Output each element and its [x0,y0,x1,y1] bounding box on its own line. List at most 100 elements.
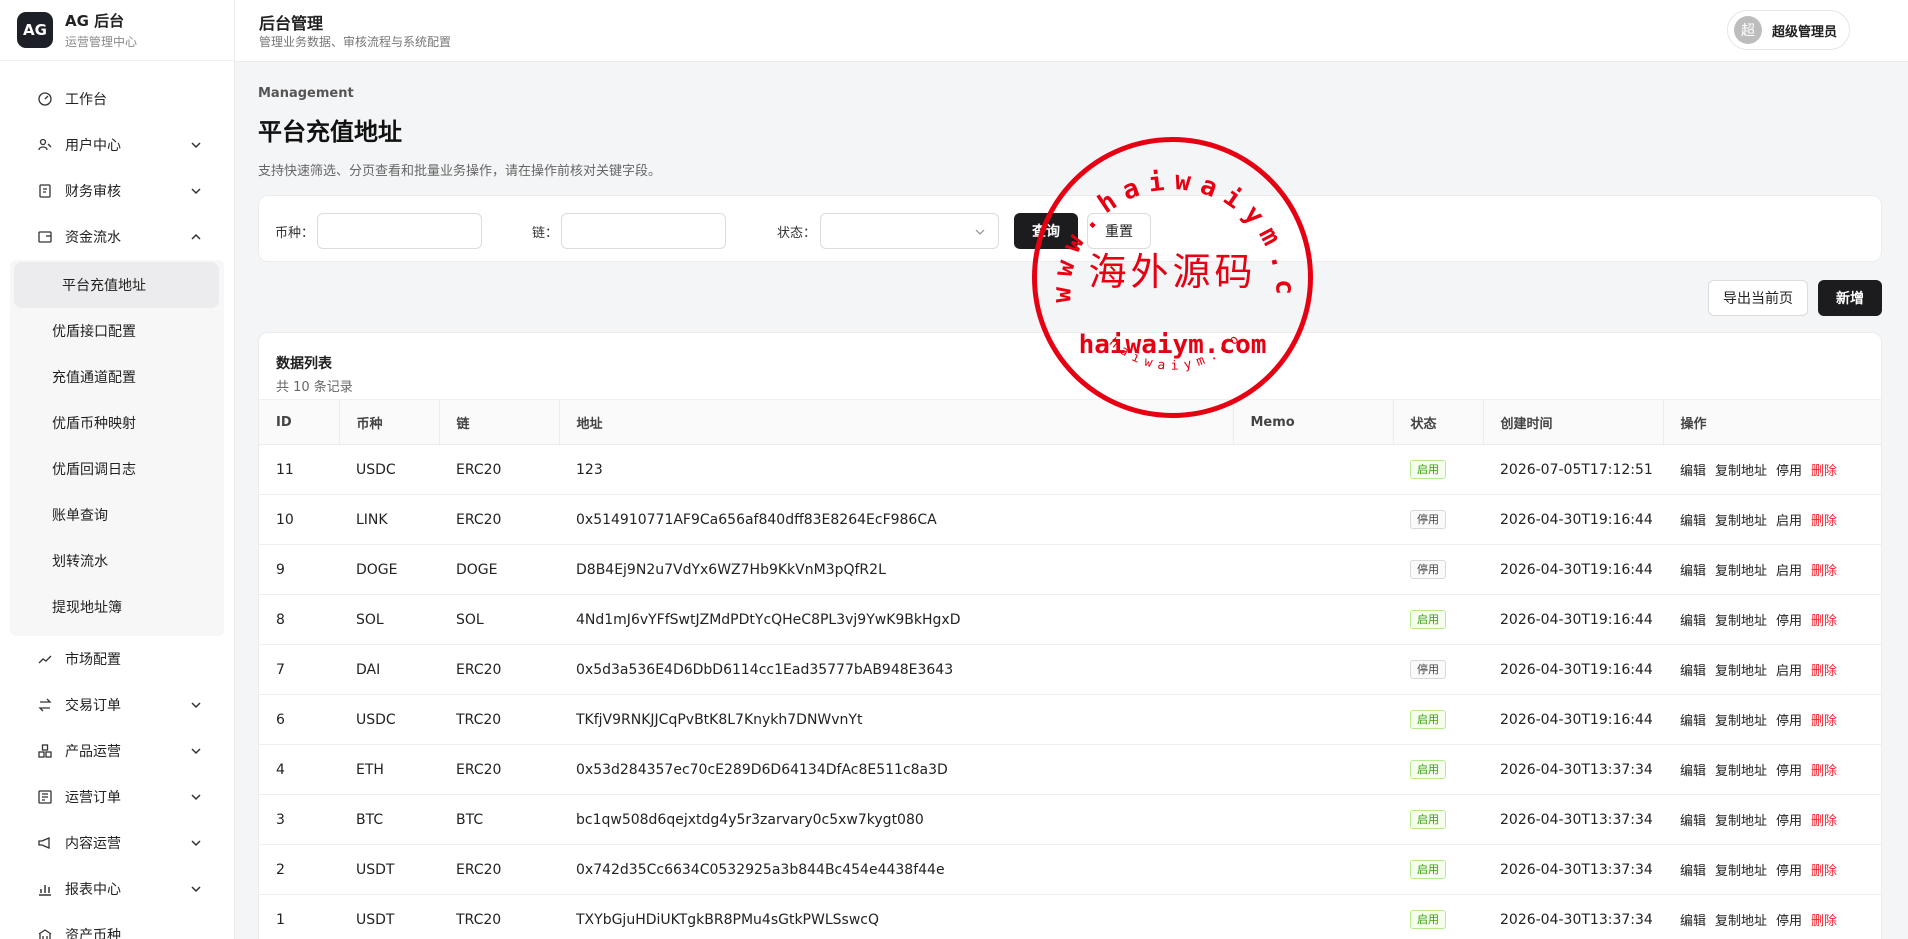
cell-created: 2026-04-30T19:16:44 [1483,544,1663,595]
sidebar-item[interactable]: 市场配置 [0,636,234,682]
cell-id: 6 [259,694,339,745]
sidebar-item[interactable]: 运营订单 [0,774,234,820]
sidebar-subitem[interactable]: 划转流水 [0,538,224,584]
user-menu[interactable]: 超 超级管理员 [1726,10,1850,50]
edit-link[interactable]: 编辑 [1680,614,1706,629]
copy-address-link[interactable]: 复制地址 [1715,664,1767,679]
sidebar-item[interactable]: 内容运营 [0,820,234,866]
toggle-status-link[interactable]: 停用 [1776,464,1802,479]
toggle-status-link[interactable]: 启用 [1776,664,1802,679]
cell-address: 123 [559,444,1233,495]
chevron-down-icon[interactable] [190,139,202,151]
copy-address-link[interactable]: 复制地址 [1715,464,1767,479]
copy-address-link[interactable]: 复制地址 [1715,514,1767,529]
edit-link[interactable]: 编辑 [1680,514,1706,529]
sidebar-subitem[interactable]: 优盾回调日志 [0,446,224,492]
delete-link[interactable]: 删除 [1811,514,1837,529]
chevron-down-icon[interactable] [190,791,202,803]
table-row: 10 LINK ERC20 0x514910771AF9Ca656af840dff83… [259,494,1881,545]
chain-input[interactable] [561,213,726,249]
edit-link[interactable]: 编辑 [1680,764,1706,779]
chevron-down-icon[interactable] [190,837,202,849]
filter-card: 币种： 链： 状态： 查询 重置 [258,195,1882,262]
delete-link[interactable]: 删除 [1811,814,1837,829]
chevron-down-icon[interactable] [190,699,202,711]
chevron-down-icon[interactable] [190,745,202,757]
delete-link[interactable]: 删除 [1811,864,1837,879]
cell-currency: USDT [339,894,439,939]
edit-link[interactable]: 编辑 [1680,864,1706,879]
cell-chain: SOL [439,594,559,645]
reset-button[interactable]: 重置 [1087,213,1151,249]
copy-address-link[interactable]: 复制地址 [1715,714,1767,729]
edit-link[interactable]: 编辑 [1680,664,1706,679]
toggle-status-link[interactable]: 启用 [1776,564,1802,579]
column-header: Memo [1232,399,1393,445]
sidebar-subitem[interactable]: 优盾接口配置 [0,308,224,354]
edit-link[interactable]: 编辑 [1680,564,1706,579]
sidebar-item[interactable]: 资产币种 [0,912,234,939]
copy-address-link[interactable]: 复制地址 [1715,764,1767,779]
cell-memo [1233,844,1393,895]
delete-link[interactable]: 删除 [1811,664,1837,679]
toggle-status-link[interactable]: 停用 [1776,814,1802,829]
sidebar-subitem[interactable]: 平台充值地址 [14,262,219,308]
copy-address-link[interactable]: 复制地址 [1715,814,1767,829]
sidebar-item[interactable]: 财务审核 [0,168,234,214]
sidebar-item[interactable]: 工作台 [0,76,234,122]
edit-link[interactable]: 编辑 [1680,814,1706,829]
cell-memo [1233,494,1393,545]
delete-link[interactable]: 删除 [1811,464,1837,479]
export-button[interactable]: 导出当前页 [1708,280,1808,316]
toggle-status-link[interactable]: 停用 [1776,714,1802,729]
header-subtitle: 管理业务数据、审核流程与系统配置 [259,35,452,49]
status-select[interactable] [820,213,999,249]
copy-address-link[interactable]: 复制地址 [1715,564,1767,579]
cell-created: 2026-04-30T19:16:44 [1483,494,1663,545]
brand: AG AG 后台 运营管理中心 [0,0,234,61]
delete-link[interactable]: 删除 [1811,914,1837,929]
delete-link[interactable]: 删除 [1811,564,1837,579]
sidebar-item[interactable]: 资金流水 [0,214,234,260]
sidebar-item[interactable]: 报表中心 [0,866,234,912]
delete-link[interactable]: 删除 [1811,714,1837,729]
sidebar-subitem[interactable]: 优盾币种映射 [0,400,224,446]
status-badge: 停用 [1410,660,1446,679]
cell-chain: BTC [439,794,559,845]
sidebar-item[interactable]: 用户中心 [0,122,234,168]
sidebar-subitem[interactable]: 账单查询 [0,492,224,538]
currency-input[interactable] [317,213,482,249]
delete-link[interactable]: 删除 [1811,614,1837,629]
sidebar-item[interactable]: 交易订单 [0,682,234,728]
status-badge: 启用 [1410,860,1446,879]
sidebar-subitem[interactable]: 提现地址簿 [0,584,224,630]
edit-link[interactable]: 编辑 [1680,464,1706,479]
sidebar-item-label: 内容运营 [65,836,121,852]
copy-address-link[interactable]: 复制地址 [1715,614,1767,629]
chevron-up-icon[interactable] [190,231,202,243]
sidebar-subitem[interactable]: 充值通道配置 [0,354,224,400]
chevron-down-icon[interactable] [190,883,202,895]
toggle-status-link[interactable]: 停用 [1776,614,1802,629]
add-button[interactable]: 新增 [1818,280,1882,316]
chevron-down-icon[interactable] [190,185,202,197]
status-badge: 启用 [1410,760,1446,779]
cell-id: 4 [259,744,339,795]
edit-link[interactable]: 编辑 [1680,714,1706,729]
edit-link[interactable]: 编辑 [1680,914,1706,929]
copy-address-link[interactable]: 复制地址 [1715,914,1767,929]
toggle-status-link[interactable]: 启用 [1776,514,1802,529]
query-button[interactable]: 查询 [1014,213,1078,249]
toggle-status-link[interactable]: 停用 [1776,864,1802,879]
sidebar-item[interactable]: 产品运营 [0,728,234,774]
delete-link[interactable]: 删除 [1811,764,1837,779]
cell-actions: 编辑 复制地址 停用 删除 [1663,444,1881,495]
cell-id: 7 [259,644,339,695]
column-header: 链 [438,399,559,445]
status-badge: 停用 [1410,560,1446,579]
toggle-status-link[interactable]: 停用 [1776,764,1802,779]
toggle-status-link[interactable]: 停用 [1776,914,1802,929]
cell-memo [1233,644,1393,695]
table-row: 11 USDC ERC20 123 启用 2026-07-05T17:12:51 编辑 复制地… [259,444,1881,495]
copy-address-link[interactable]: 复制地址 [1715,864,1767,879]
